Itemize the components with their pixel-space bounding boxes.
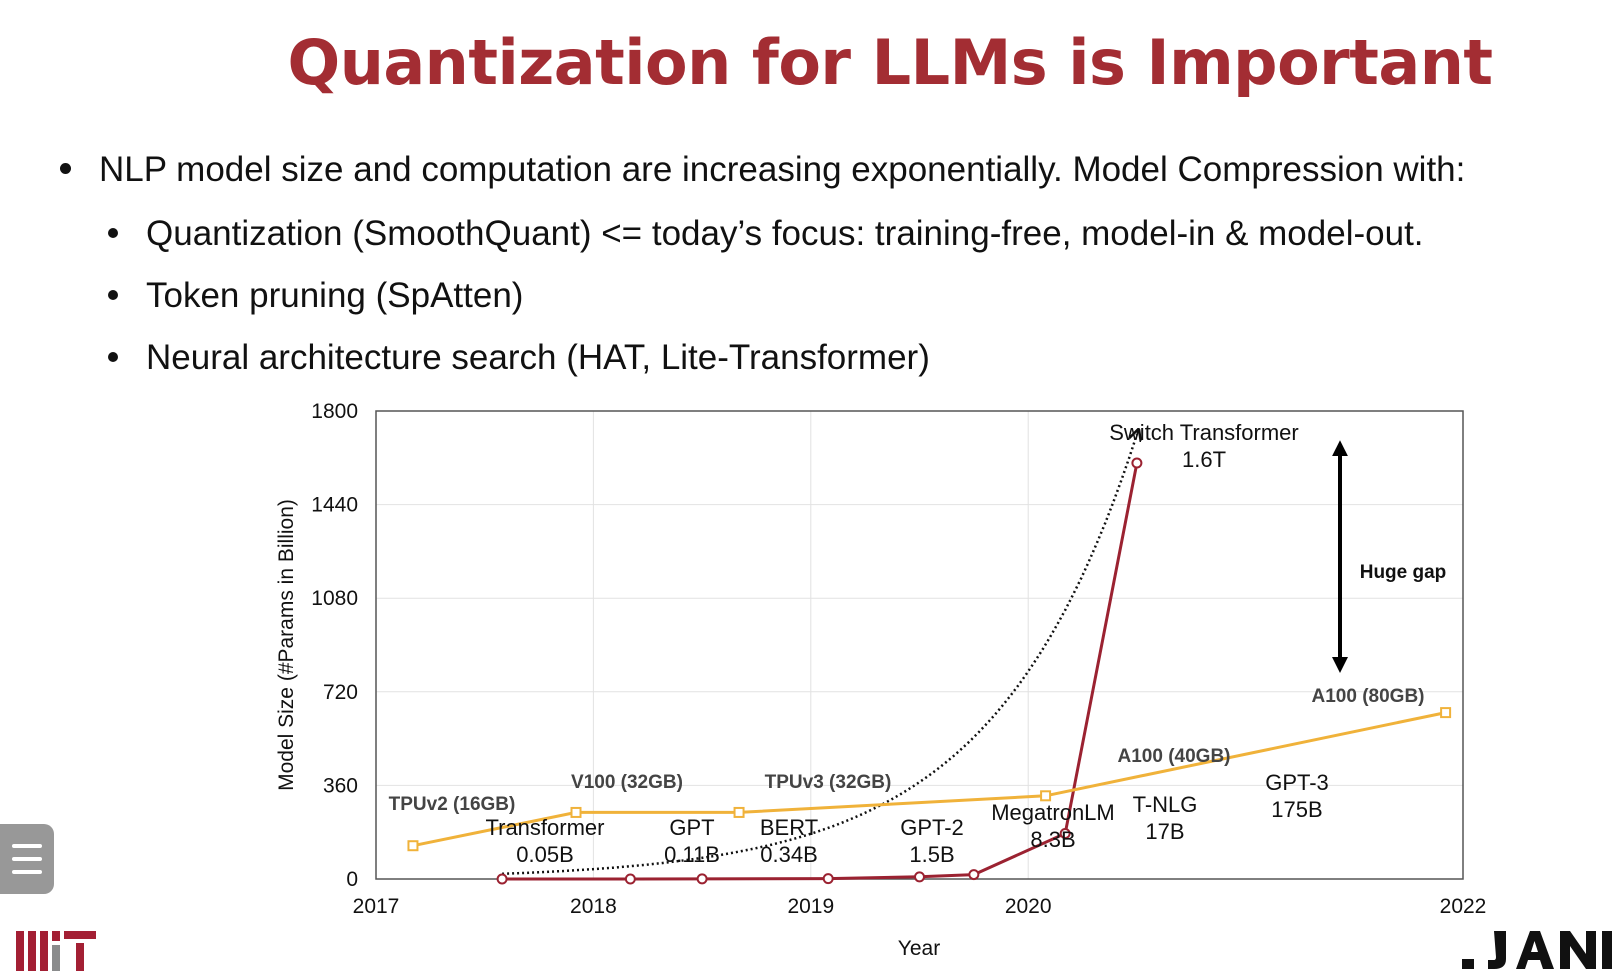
gpu-memory-label: TPUv2 (16GB)	[389, 794, 516, 815]
x-tick-label: 2019	[787, 895, 834, 918]
gpu-memory-point	[1440, 707, 1452, 719]
model-point	[1131, 457, 1143, 469]
model-label: Switch Transformer	[1109, 420, 1299, 445]
model-label: GPT-2	[900, 815, 964, 840]
model-label: 0.34B	[760, 842, 818, 867]
gpu-memory-label: TPUv3 (32GB)	[765, 772, 892, 793]
gpu-memory-point	[1040, 790, 1052, 802]
model-label: BERT	[760, 815, 818, 840]
y-tick-label: 360	[323, 774, 358, 797]
model-point	[696, 873, 708, 885]
huge-gap-label: Huge gap	[1360, 562, 1447, 583]
data-labels: Transformer0.05BGPT0.11BBERT0.34BGPT-21.…	[389, 420, 1425, 867]
model-label: MegatronLM	[991, 800, 1115, 825]
model-label: 0.05B	[516, 842, 574, 867]
y-tick-label: 0	[346, 868, 358, 891]
model-label: 1.6T	[1182, 447, 1226, 472]
model-point	[968, 869, 980, 881]
mit-logo	[16, 931, 96, 971]
gpu-memory-label: V100 (32GB)	[571, 772, 683, 793]
model-label: GPT-3	[1265, 770, 1329, 795]
gpu-memory-point	[407, 840, 419, 852]
han-lab-logo	[1462, 931, 1612, 969]
model-label: 0.11B	[664, 842, 720, 867]
gpu-memory-point	[733, 806, 745, 818]
model-point	[914, 871, 925, 883]
model-point	[496, 873, 508, 885]
x-tick-label: 2022	[1440, 895, 1487, 918]
x-tick-label: 2018	[570, 895, 617, 918]
model-label: 1.5B	[909, 842, 954, 867]
x-tick-label: 2017	[353, 895, 400, 918]
model-size-chart: Model Size (#Params in Billion) Year 0 36…	[275, 400, 1486, 960]
y-tick-label: 1440	[311, 494, 358, 517]
y-axis-label: Model Size (#Params in Billion)	[275, 499, 298, 791]
model-label: 8.3B	[1030, 827, 1075, 852]
model-label: Transformer	[486, 815, 605, 840]
menu-button[interactable]	[0, 824, 54, 894]
x-tick-label: 2020	[1005, 895, 1052, 918]
gpu-memory-label: A100 (40GB)	[1118, 746, 1231, 767]
y-tick-label: 720	[323, 681, 358, 704]
model-point	[822, 873, 834, 885]
model-label: GPT	[669, 815, 714, 840]
huge-gap-annotation: Huge gap	[1332, 440, 1447, 673]
axes: Model Size (#Params in Billion) Year 0 36…	[275, 400, 1486, 960]
model-label: 175B	[1271, 797, 1322, 822]
gpu-memory-label: A100 (80GB)	[1312, 686, 1425, 707]
model-point	[624, 873, 636, 885]
y-tick-label: 1080	[311, 587, 358, 610]
model-label: T-NLG	[1133, 792, 1198, 817]
x-axis-label: Year	[898, 937, 940, 960]
y-tick-label: 1800	[311, 400, 358, 423]
model-label: 17B	[1145, 819, 1184, 844]
